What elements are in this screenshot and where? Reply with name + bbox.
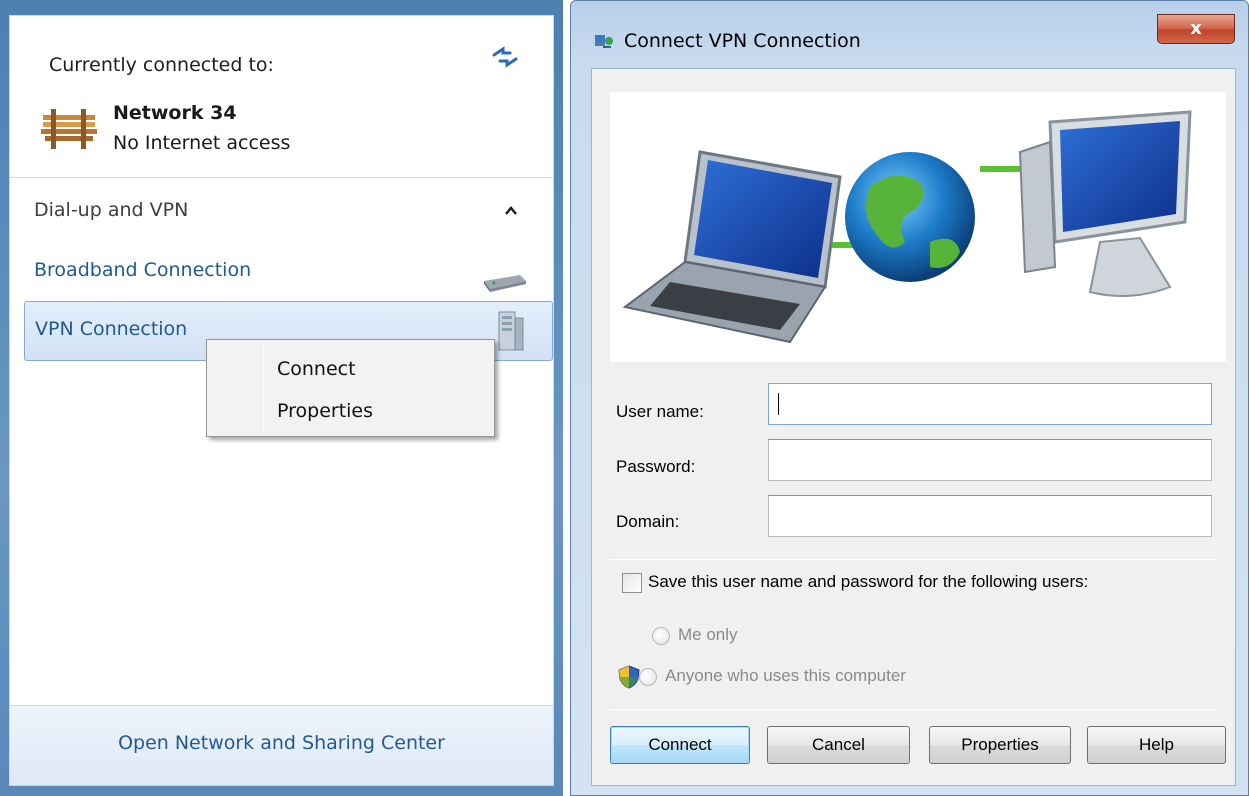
password-input[interactable] (768, 439, 1212, 481)
section-title-dialup-vpn: Dial-up and VPN (34, 199, 189, 221)
me-only-label: Me only (678, 625, 738, 644)
context-menu-gutter (263, 342, 264, 434)
domain-label: Domain: (616, 512, 680, 531)
network-bench-icon (41, 109, 97, 149)
username-input[interactable] (768, 383, 1212, 425)
vpn-title-icon (595, 35, 613, 48)
save-credentials-label[interactable]: Save this user name and password for the… (648, 572, 1088, 592)
close-button[interactable]: x (1157, 14, 1235, 44)
connected-header: Currently connected to: (49, 54, 274, 76)
context-menu-properties[interactable]: Properties (277, 400, 373, 422)
password-label: Password: (616, 457, 696, 476)
context-menu: Connect Properties (206, 339, 495, 437)
help-button[interactable]: Help (1087, 726, 1226, 764)
anyone-radio[interactable] (639, 668, 657, 686)
open-network-sharing-center-link[interactable]: Open Network and Sharing Center (10, 732, 553, 754)
vpn-server-icon (498, 311, 524, 351)
refresh-icon[interactable] (490, 42, 520, 72)
text-caret (778, 393, 779, 415)
dialog-title: Connect VPN Connection (624, 30, 861, 52)
username-label: User name: (616, 402, 704, 421)
divider (10, 177, 553, 178)
chevron-up-icon[interactable] (503, 204, 519, 218)
broadband-connection-item[interactable]: Broadband Connection (34, 259, 251, 281)
uac-shield-icon (618, 665, 640, 689)
modem-icon (484, 275, 526, 292)
context-menu-connect[interactable]: Connect (277, 358, 356, 380)
connect-vpn-dialog: Connect VPN Connection x User name: Pass… (570, 0, 1249, 796)
flyout-footer: Open Network and Sharing Center (10, 705, 553, 785)
connect-button[interactable]: Connect (610, 726, 750, 764)
domain-input[interactable] (768, 495, 1212, 537)
properties-button[interactable]: Properties (929, 726, 1071, 764)
anyone-label: Anyone who uses this computer (665, 666, 906, 685)
save-credentials-checkbox[interactable] (622, 573, 642, 593)
dialog-body: User name: Password: Domain: Save this u… (591, 68, 1236, 786)
vpn-banner-image (610, 92, 1226, 362)
network-flyout: Currently connected to: Network 34 No In… (0, 0, 563, 796)
separator (610, 709, 1217, 710)
cancel-button[interactable]: Cancel (767, 726, 910, 764)
network-name: Network 34 (113, 102, 237, 124)
me-only-radio[interactable] (652, 627, 670, 645)
separator (610, 559, 1217, 560)
flyout-panel: Currently connected to: Network 34 No In… (9, 15, 554, 786)
vpn-connection-label: VPN Connection (35, 318, 188, 340)
network-status: No Internet access (113, 132, 291, 154)
